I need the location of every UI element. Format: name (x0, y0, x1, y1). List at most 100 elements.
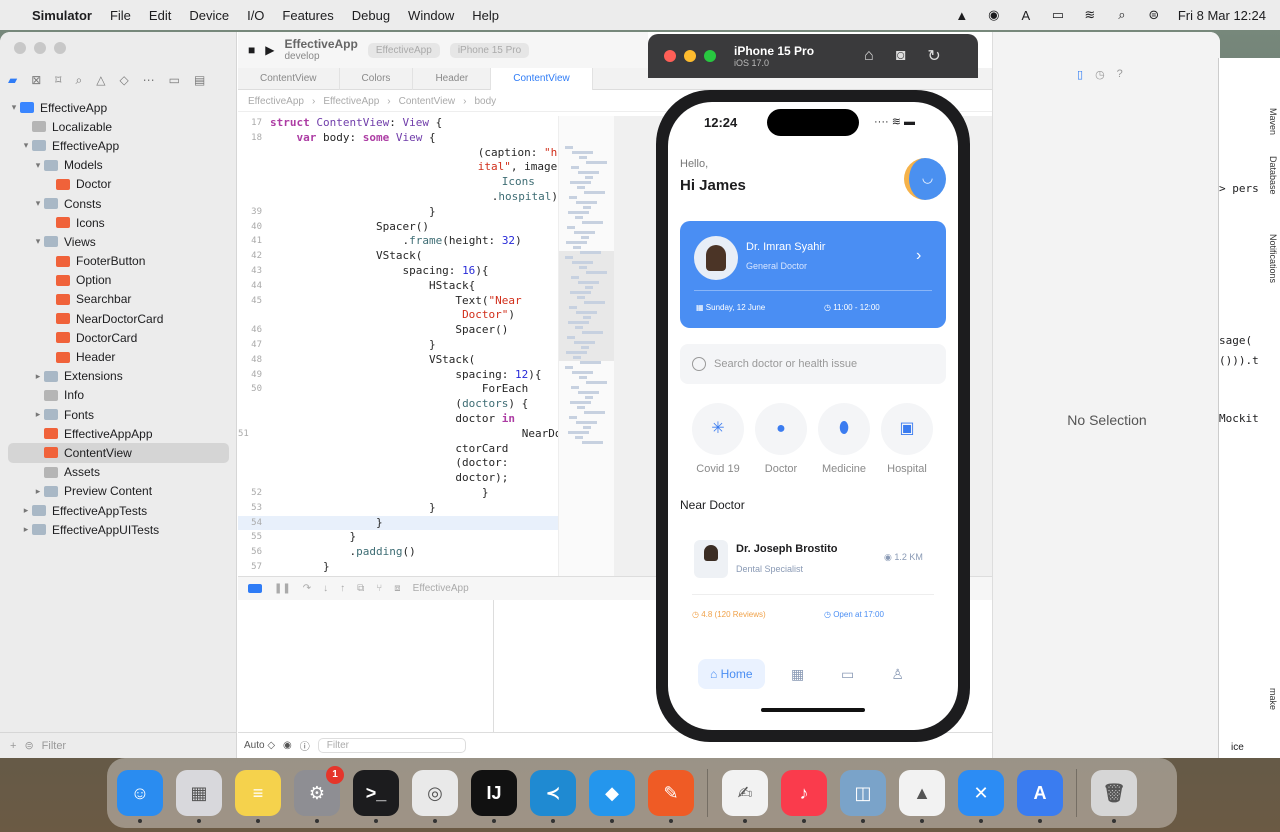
vlc-status-icon[interactable]: ▲ (954, 8, 970, 23)
finder-dock-icon[interactable]: ☺ (117, 770, 163, 823)
tree-item[interactable]: ▸ Extensions (0, 367, 237, 386)
crumb-project[interactable]: EffectiveApp (248, 96, 304, 107)
disclosure-icon[interactable]: ▾ (8, 102, 20, 113)
code-line[interactable]: .hospital) (238, 190, 558, 205)
profile-tab-icon[interactable]: ♙ (881, 666, 915, 683)
vscode-dock-icon[interactable]: ≺ (530, 770, 576, 823)
home-icon[interactable]: ⌂ (864, 47, 874, 65)
launchpad-dock-icon[interactable]: ▦ (176, 770, 222, 823)
scheme-selector[interactable]: EffectiveApp (367, 42, 440, 58)
code-text[interactable]: .frame(height: 32) (270, 234, 521, 249)
tree-item[interactable]: Info (0, 386, 237, 405)
debug-area-toggle-icon[interactable] (248, 584, 262, 593)
tab-colors[interactable]: Colors (340, 67, 414, 90)
code-line[interactable]: 53 } (238, 501, 558, 516)
console-filter[interactable]: Filter (317, 738, 466, 753)
code-line[interactable]: 52 } (238, 486, 558, 501)
menu-io[interactable]: I/O (247, 8, 264, 23)
code-line[interactable]: 39 } (238, 205, 558, 220)
disclosure-icon[interactable]: ▾ (32, 160, 44, 171)
find-icon[interactable]: ⌕ (75, 73, 82, 88)
code-line[interactable]: 56 .padding() (238, 545, 558, 560)
postman-dock-icon[interactable]: ✎ (648, 770, 694, 823)
code-text[interactable]: Spacer() (270, 220, 429, 235)
code-line[interactable]: 40 Spacer() (238, 220, 558, 235)
code-line[interactable]: 48 VStack( (238, 353, 558, 368)
code-text[interactable]: (doctors) { (270, 397, 528, 412)
menu-edit[interactable]: Edit (149, 8, 171, 23)
code-line[interactable]: 43 spacing: 16){ (238, 264, 558, 279)
tree-item[interactable]: Assets (0, 463, 237, 482)
code-line[interactable]: 46 Spacer() (238, 323, 558, 338)
wifi-icon[interactable]: ≋ (1082, 7, 1098, 23)
disclosure-icon[interactable]: ▸ (32, 409, 44, 420)
code-text[interactable]: Spacer() (270, 323, 508, 338)
code-text[interactable]: spacing: 12){ (270, 368, 541, 383)
code-line[interactable]: ctorCard (238, 442, 558, 457)
tree-item[interactable]: FooterButton (0, 252, 237, 271)
code-line[interactable]: 45 Text("Near (238, 294, 558, 309)
folder-navigator-icon[interactable]: ▰ (8, 73, 17, 87)
tree-item[interactable]: ▸ EffectiveAppTests (0, 501, 237, 520)
code-text[interactable]: } (270, 516, 383, 531)
console-zoom[interactable]: Auto ◇ (244, 740, 275, 751)
code-text[interactable]: } (270, 560, 330, 575)
code-text[interactable]: .hospital) (260, 190, 558, 205)
avatar[interactable]: ◡ (904, 158, 946, 200)
tree-item[interactable]: Option (0, 271, 237, 290)
tree-item[interactable]: Doctor (0, 175, 237, 194)
textedit-dock-icon[interactable]: ✍ (722, 770, 768, 823)
menu-file[interactable]: File (110, 8, 131, 23)
appointment-card[interactable]: Dr. Imran Syahir General Doctor › ▦ Sund… (680, 221, 946, 328)
code-line[interactable]: 51 NearDo (238, 427, 558, 442)
system-settings-dock-icon[interactable]: ⚙ 1 (294, 766, 344, 823)
crumb-file[interactable]: ContentView (399, 96, 456, 107)
sim-minimize-button[interactable] (684, 50, 696, 62)
disclosure-icon[interactable]: ▾ (32, 198, 44, 209)
disclosure-icon[interactable]: ▸ (20, 505, 32, 516)
search-input[interactable]: Search doctor or health issue (714, 358, 857, 370)
sim-close-button[interactable] (664, 50, 676, 62)
issue-icon[interactable]: △ (96, 73, 105, 87)
code-text[interactable]: } (270, 530, 356, 545)
tree-item[interactable]: ▸ Preview Content (0, 482, 237, 501)
code-text[interactable]: Text("Near (270, 294, 521, 309)
navigator-filter[interactable]: + ⊜ Filter (0, 732, 237, 758)
history-icon[interactable]: ◷ (1095, 68, 1105, 90)
step-in-icon[interactable]: ↓ (323, 583, 328, 594)
bookmark-icon[interactable]: ⌑ (55, 73, 61, 87)
chevron-right-icon[interactable]: › (916, 247, 921, 265)
report-icon[interactable]: ▤ (194, 73, 205, 87)
vpn-status-icon[interactable]: ◉ (986, 7, 1002, 23)
tree-item[interactable]: NearDoctorCard (0, 309, 237, 328)
step-over-icon[interactable]: ↷ (303, 583, 311, 594)
info-icon[interactable]: ⓘ (300, 738, 310, 753)
menubar-clock[interactable]: Fri 8 Mar 12:24 (1178, 8, 1266, 23)
code-line[interactable]: 55 } (238, 530, 558, 545)
crumb-group[interactable]: EffectiveApp (323, 96, 379, 107)
minimap-viewport[interactable] (559, 251, 615, 361)
code-text[interactable]: } (270, 501, 436, 516)
tree-item[interactable]: ▾ Views (0, 232, 237, 251)
disclosure-icon[interactable]: ▸ (32, 486, 44, 497)
make-tab[interactable]: make (1268, 688, 1278, 710)
code-text[interactable]: struct ContentView: View { (270, 116, 442, 131)
battery-icon[interactable]: ▭ (1050, 7, 1066, 23)
code-text[interactable]: HStack{ (270, 279, 475, 294)
breakpoint-icon[interactable]: ▭ (169, 73, 180, 87)
run-icon[interactable]: ▶ (265, 43, 274, 57)
code-text[interactable]: ctorCard (270, 442, 508, 457)
device-selector[interactable]: iPhone 15 Pro (449, 42, 530, 58)
tree-item[interactable]: ▾ EffectiveApp (0, 98, 237, 117)
tab-header[interactable]: Header (413, 67, 492, 90)
code-text[interactable]: ital", image: (246, 160, 558, 175)
code-text[interactable]: (caption: "hosp (246, 146, 558, 161)
tree-item[interactable]: Localizable (0, 117, 237, 136)
code-line[interactable]: (caption: "hosp (238, 146, 558, 161)
code-text[interactable]: .padding() (270, 545, 415, 560)
tab-home[interactable]: ⌂ Home (698, 659, 765, 689)
stop-icon[interactable]: ■ (248, 43, 255, 57)
menu-window[interactable]: Window (408, 8, 454, 23)
code-text[interactable]: } (270, 338, 436, 353)
code-text[interactable]: NearDo (257, 427, 558, 442)
